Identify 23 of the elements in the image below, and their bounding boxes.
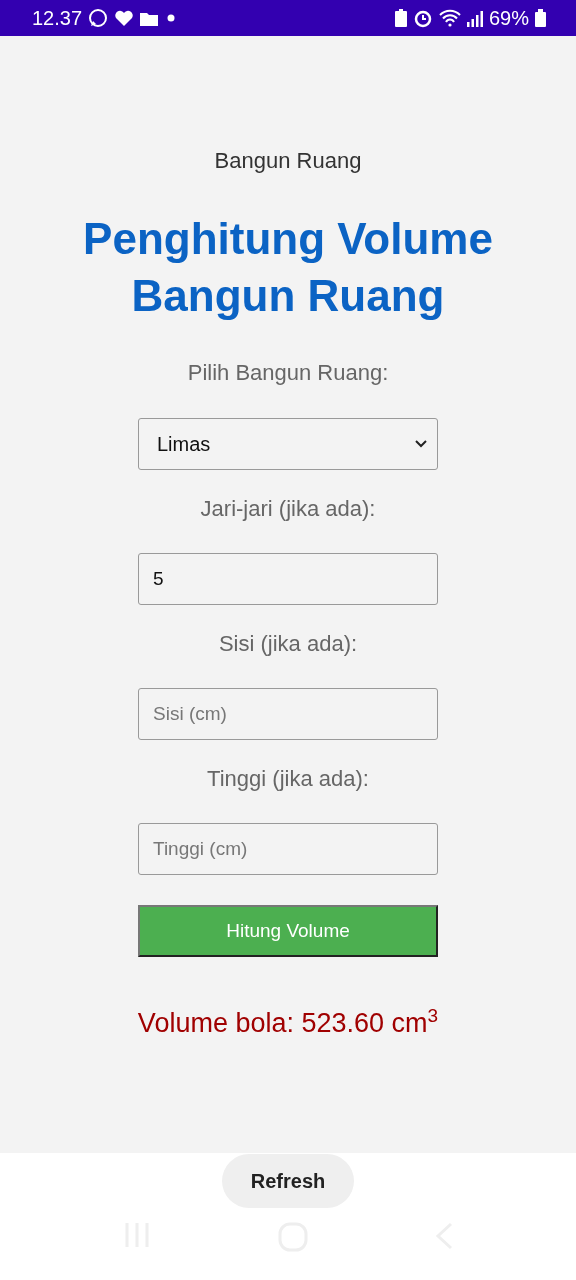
heart-icon (114, 9, 135, 27)
input-field[interactable]: 5 (138, 553, 438, 605)
heading-line: Bangun Ruang (130, 270, 446, 322)
page-title: Bangun Ruang (214, 148, 362, 174)
refresh-button[interactable]: Refresh (222, 1154, 354, 1208)
battery-percent: 69% (488, 6, 529, 30)
chat-icon (88, 8, 109, 28)
input-field[interactable]: Sisi (cm) (138, 688, 438, 740)
signal-icon (466, 9, 483, 27)
battery-icon (535, 9, 546, 27)
field-label: Tinggi (jika ada): (207, 765, 369, 793)
alarm-icon (412, 8, 433, 28)
wifi-icon (438, 9, 461, 27)
folder-icon (140, 10, 159, 26)
field-label: Pilih Bangun Ruang: (187, 359, 389, 387)
shape-select[interactable]: Limas (138, 418, 438, 470)
heading-line: Penghitung Volume (83, 213, 493, 265)
result-text: Volume bola: 523.60 cm$^{3}$ (137, 1005, 439, 1039)
chevron-down-icon (415, 440, 427, 448)
input-field[interactable]: Tinggi (cm) (138, 823, 438, 875)
field-label: Jari-jari (jika ada): (200, 495, 376, 523)
status-time: 12.37 (32, 6, 83, 30)
field-label: Sisi (jika ada): (218, 630, 358, 658)
